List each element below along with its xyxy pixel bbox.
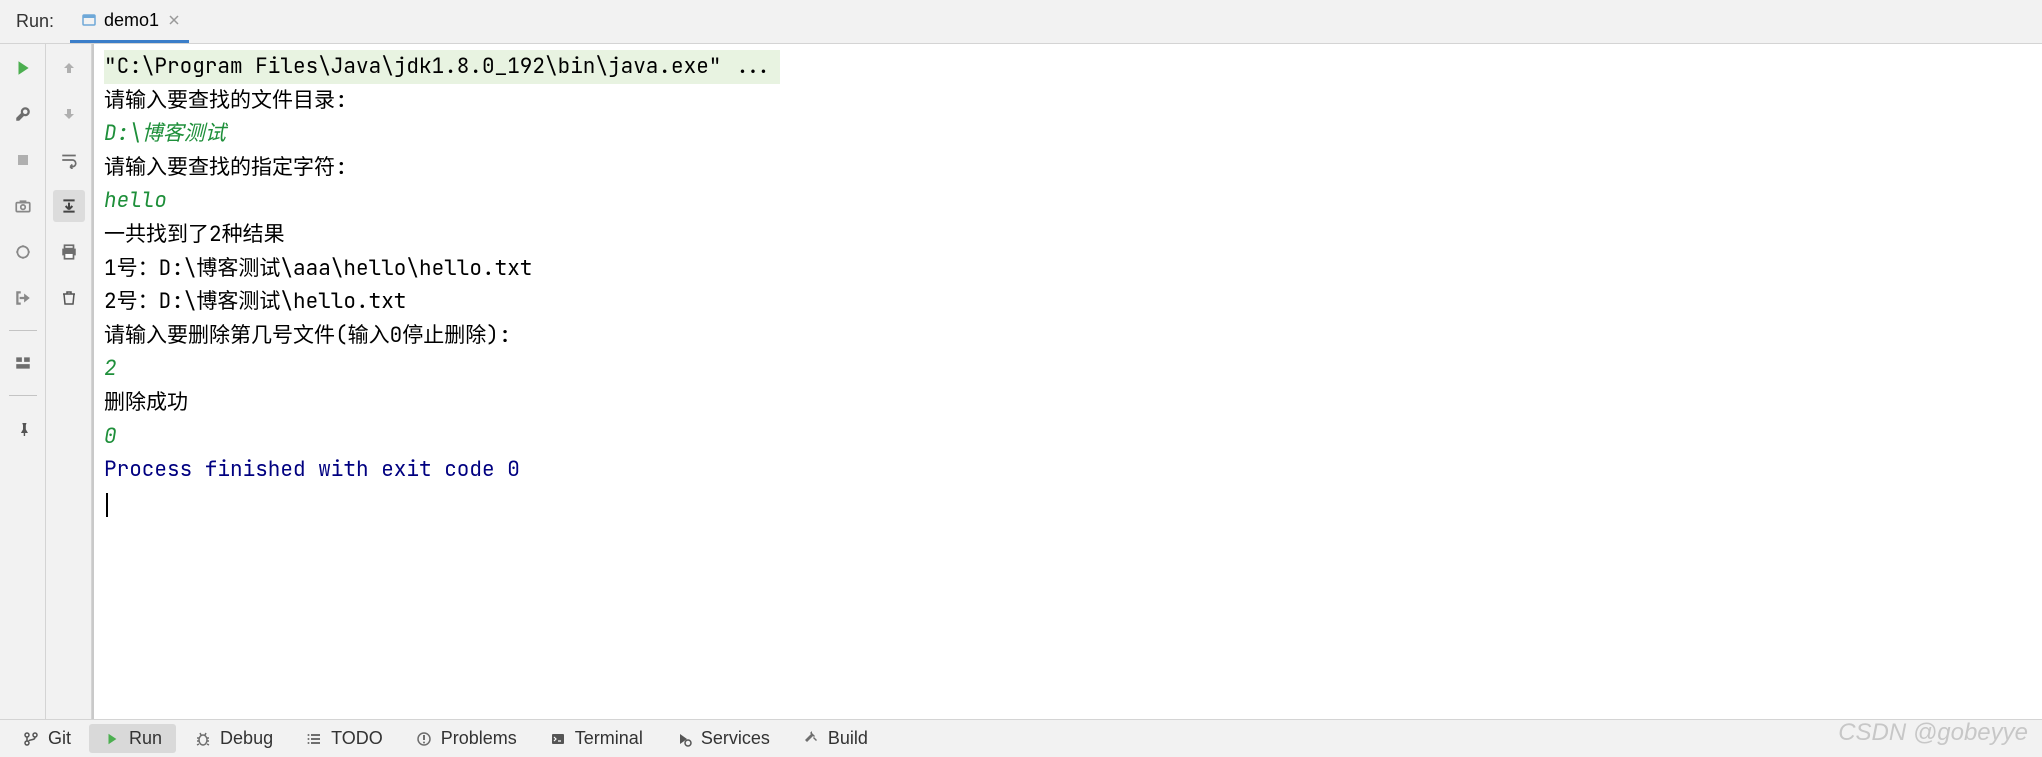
footer-tab-debug[interactable]: Debug — [180, 724, 287, 753]
console-line: hello — [104, 184, 2034, 218]
stop-button[interactable] — [7, 144, 39, 176]
warning-icon — [415, 730, 433, 748]
wrench-icon[interactable] — [7, 98, 39, 130]
tab-area: demo1 — [70, 0, 189, 43]
tab-demo1[interactable]: demo1 — [70, 0, 189, 43]
soft-wrap-icon[interactable] — [53, 144, 85, 176]
console-line: "C:\Program Files\Java\jdk1.8.0_192\bin\… — [104, 50, 780, 84]
console-line: 1号：D:\博客测试\aaa\hello\hello.txt — [104, 252, 2034, 286]
branch-icon — [22, 730, 40, 748]
text-cursor — [106, 493, 108, 517]
application-icon — [80, 11, 98, 29]
footer-label: Terminal — [575, 728, 643, 749]
console-line: Process finished with exit code 0 — [104, 453, 2034, 487]
footer-label: TODO — [331, 728, 383, 749]
separator — [9, 395, 37, 396]
console-line: 请输入要查找的文件目录: — [104, 84, 2034, 118]
console-output[interactable]: "C:\Program Files\Java\jdk1.8.0_192\bin\… — [92, 44, 2042, 719]
footer-label: Build — [828, 728, 868, 749]
run-label: Run: — [0, 11, 70, 32]
close-icon[interactable] — [165, 11, 183, 29]
console-line: 2 — [104, 352, 2034, 386]
run-tool-header: Run: demo1 — [0, 0, 2042, 44]
cursor-line — [104, 487, 2034, 521]
console-line: 一共找到了2种结果 — [104, 218, 2034, 252]
play-icon — [103, 730, 121, 748]
exit-icon[interactable] — [7, 282, 39, 314]
trash-icon[interactable] — [53, 282, 85, 314]
left-toolbar-1 — [0, 44, 46, 719]
console-line: D:\博客测试 — [104, 117, 2034, 151]
terminal-icon — [549, 730, 567, 748]
footer-tab-services[interactable]: Services — [661, 724, 784, 753]
tab-label: demo1 — [104, 10, 159, 31]
console-line: 请输入要查找的指定字符: — [104, 151, 2034, 185]
left-toolbar-2 — [46, 44, 92, 719]
footer-tab-problems[interactable]: Problems — [401, 724, 531, 753]
bug-icon — [194, 730, 212, 748]
footer-label: Run — [129, 728, 162, 749]
console-line: 删除成功 — [104, 386, 2034, 420]
footer-label: Services — [701, 728, 770, 749]
footer-label: Git — [48, 728, 71, 749]
footer-tab-todo[interactable]: TODO — [291, 724, 397, 753]
footer-tab-git[interactable]: Git — [8, 724, 85, 753]
up-arrow-icon[interactable] — [53, 52, 85, 84]
console-line: 2号：D:\博客测试\hello.txt — [104, 285, 2034, 319]
camera-icon[interactable] — [7, 190, 39, 222]
scroll-to-end-icon[interactable] — [53, 190, 85, 222]
console-line: 0 — [104, 420, 2034, 454]
print-icon[interactable] — [53, 236, 85, 268]
list-icon — [305, 730, 323, 748]
pin-icon[interactable] — [7, 412, 39, 444]
services-icon — [675, 730, 693, 748]
main-area: "C:\Program Files\Java\jdk1.8.0_192\bin\… — [0, 44, 2042, 719]
footer-tab-terminal[interactable]: Terminal — [535, 724, 657, 753]
run-button[interactable] — [7, 52, 39, 84]
hammer-icon — [802, 730, 820, 748]
footer-tab-run[interactable]: Run — [89, 724, 176, 753]
footer-tab-build[interactable]: Build — [788, 724, 882, 753]
bottom-toolbar: Git Run Debug TODO Problems Terminal Services B… — [0, 719, 2042, 757]
footer-label: Problems — [441, 728, 517, 749]
console-line: 请输入要删除第几号文件(输入0停止删除): — [104, 319, 2034, 353]
dump-threads-icon[interactable] — [7, 236, 39, 268]
footer-label: Debug — [220, 728, 273, 749]
separator — [9, 330, 37, 331]
layout-icon[interactable] — [7, 347, 39, 379]
down-arrow-icon[interactable] — [53, 98, 85, 130]
